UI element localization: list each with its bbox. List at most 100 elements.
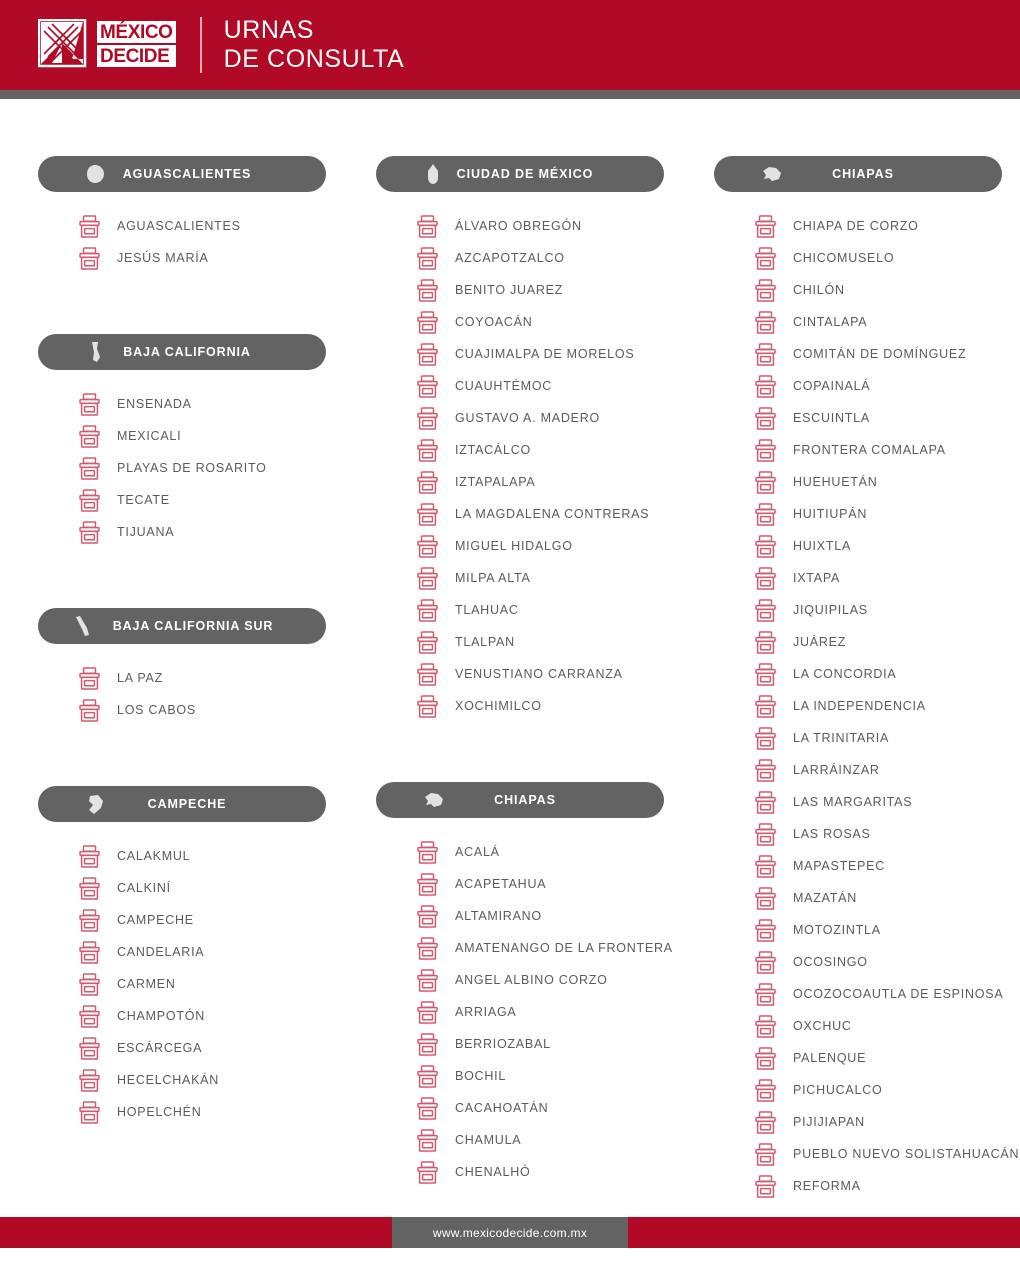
state-header-chiapas[interactable]: CHIAPAS	[376, 782, 664, 818]
list-item[interactable]: CANDELARIA	[78, 936, 350, 968]
list-item[interactable]: ALTAMIRANO	[416, 900, 680, 932]
state-header-ciudad-de-m-xico[interactable]: CIUDAD DE MÉXICO	[376, 156, 664, 192]
list-item[interactable]: MILPA ALTA	[416, 562, 680, 594]
state-header-campeche[interactable]: CAMPECHE	[38, 786, 326, 822]
list-item[interactable]: HUEHUETÁN	[754, 466, 1010, 498]
list-item[interactable]: LA MAGDALENA CONTRERAS	[416, 498, 680, 530]
list-item[interactable]: CHENALHÓ	[416, 1156, 680, 1188]
list-item[interactable]: PIJIJIAPAN	[754, 1106, 1010, 1138]
list-item[interactable]: CALAKMUL	[78, 840, 350, 872]
list-item[interactable]: REFORMA	[754, 1170, 1010, 1202]
ballot-box-icon	[754, 534, 776, 558]
list-item[interactable]: IZTAPALAPA	[416, 466, 680, 498]
list-item[interactable]: ANGEL ALBINO CORZO	[416, 964, 680, 996]
list-item[interactable]: TECATE	[78, 484, 350, 516]
list-item[interactable]: LARRÁINZAR	[754, 754, 1010, 786]
list-item[interactable]: MIGUEL HIDALGO	[416, 530, 680, 562]
municipality-label: REFORMA	[793, 1179, 861, 1193]
list-item[interactable]: ARRIAGA	[416, 996, 680, 1028]
list-item[interactable]: PICHUCALCO	[754, 1074, 1010, 1106]
ballot-box-icon	[416, 310, 438, 334]
list-item[interactable]: AMATENANGO DE LA FRONTERA	[416, 932, 680, 964]
state-outline-aguascalientes-icon	[84, 162, 108, 186]
list-item[interactable]: HECELCHAKÁN	[78, 1064, 350, 1096]
list-item[interactable]: OCOSINGO	[754, 946, 1010, 978]
list-item[interactable]: TLAHUAC	[416, 594, 680, 626]
list-item[interactable]: BOCHIL	[416, 1060, 680, 1092]
list-item[interactable]: COMITÁN DE DOMÍNGUEZ	[754, 338, 1010, 370]
mexico-decide-x-logo-icon	[38, 19, 90, 71]
list-item[interactable]: JUÁREZ	[754, 626, 1010, 658]
list-item[interactable]: MEXICALI	[78, 420, 350, 452]
list-item[interactable]: LAS MARGARITAS	[754, 786, 1010, 818]
list-item[interactable]: CHIAPA DE CORZO	[754, 210, 1010, 242]
municipality-label: CHAMPOTÓN	[117, 1009, 205, 1023]
list-item[interactable]: LOS CABOS	[78, 694, 350, 726]
list-item[interactable]: OCOZOCOAUTLA DE ESPINOSA	[754, 978, 1010, 1010]
list-item[interactable]: CHAMPOTÓN	[78, 1000, 350, 1032]
list-item[interactable]: LA TRINITARIA	[754, 722, 1010, 754]
list-item[interactable]: OXCHUC	[754, 1010, 1010, 1042]
list-item[interactable]: CARMEN	[78, 968, 350, 1000]
state-header-aguascalientes[interactable]: AGUASCALIENTES	[38, 156, 326, 192]
list-item[interactable]: CUAJIMALPA DE MORELOS	[416, 338, 680, 370]
list-item[interactable]: AZCAPOTZALCO	[416, 242, 680, 274]
list-item[interactable]: LA CONCORDIA	[754, 658, 1010, 690]
list-item[interactable]: JESÚS MARÍA	[78, 242, 350, 274]
list-item[interactable]: PLAYAS DE ROSARITO	[78, 452, 350, 484]
state-header-chiapas[interactable]: CHIAPAS	[714, 156, 1002, 192]
list-item[interactable]: COYOACÁN	[416, 306, 680, 338]
municipality-label: CANDELARIA	[117, 945, 205, 959]
list-item[interactable]: PALENQUE	[754, 1042, 1010, 1074]
list-item[interactable]: XOCHIMILCO	[416, 690, 680, 722]
list-item[interactable]: PUEBLO NUEVO SOLISTAHUACÁN	[754, 1138, 1019, 1170]
list-item[interactable]: ACALÁ	[416, 836, 680, 868]
page-title-line-1: URNAS	[223, 16, 315, 44]
list-item[interactable]: COPAINALÁ	[754, 370, 1010, 402]
list-item[interactable]: GUSTAVO A. MADERO	[416, 402, 680, 434]
list-item[interactable]: HUITIUPÁN	[754, 498, 1010, 530]
state-header-baja-california-sur[interactable]: BAJA CALIFORNIA SUR	[38, 608, 326, 644]
list-item[interactable]: LA INDEPENDENCIA	[754, 690, 1010, 722]
list-item[interactable]: HOPELCHÉN	[78, 1096, 350, 1128]
list-item[interactable]: LA PAZ	[78, 662, 350, 694]
state-block: BAJA CALIFORNIA SUR LA PAZ LOS CABOS	[38, 608, 350, 726]
list-item[interactable]: MAPASTEPEC	[754, 850, 1010, 882]
list-item[interactable]: MOTOZINTLA	[754, 914, 1010, 946]
list-item[interactable]: CUAUHTÉMOC	[416, 370, 680, 402]
list-item[interactable]: HUIXTLA	[754, 530, 1010, 562]
logo-line-1: MÉXICO	[97, 21, 176, 43]
state-header-baja-california[interactable]: BAJA CALIFORNIA	[38, 334, 326, 370]
list-item[interactable]: VENUSTIANO CARRANZA	[416, 658, 680, 690]
footer-url[interactable]: www.mexicodecide.com.mx	[392, 1217, 628, 1248]
list-item[interactable]: CHAMULA	[416, 1124, 680, 1156]
list-item[interactable]: ESCÁRCEGA	[78, 1032, 350, 1064]
list-item[interactable]: JIQUIPILAS	[754, 594, 1010, 626]
list-item[interactable]: IXTAPA	[754, 562, 1010, 594]
urnas-de-consulta-page: MÉXICO DECIDE URNAS DE CONSULTA AGUASCAL…	[0, 0, 1020, 1275]
list-item[interactable]: ENSENADA	[78, 388, 350, 420]
list-item[interactable]: IZTACÁLCO	[416, 434, 680, 466]
list-item[interactable]: ACAPETAHUA	[416, 868, 680, 900]
list-item[interactable]: TIJUANA	[78, 516, 350, 548]
list-item[interactable]: TLALPAN	[416, 626, 680, 658]
list-item[interactable]: FRONTERA COMALAPA	[754, 434, 1010, 466]
list-item[interactable]: CAMPECHE	[78, 904, 350, 936]
municipality-label: MEXICALI	[117, 429, 182, 443]
list-item[interactable]: ESCUINTLA	[754, 402, 1010, 434]
ballot-box-icon	[416, 470, 438, 494]
list-item[interactable]: LAS ROSAS	[754, 818, 1010, 850]
municipality-label: IZTAPALAPA	[455, 475, 536, 489]
list-item[interactable]: AGUASCALIENTES	[78, 210, 350, 242]
municipality-label: CHAMULA	[455, 1133, 522, 1147]
list-item[interactable]: CACAHOATÁN	[416, 1092, 680, 1124]
list-item[interactable]: CALKINÍ	[78, 872, 350, 904]
list-item[interactable]: MAZATÁN	[754, 882, 1010, 914]
state-columns: AGUASCALIENTES AGUASCALIENTES JESÚS MARÍA B…	[0, 99, 1020, 1202]
list-item[interactable]: ÁLVARO OBREGÓN	[416, 210, 680, 242]
list-item[interactable]: CINTALAPA	[754, 306, 1010, 338]
list-item[interactable]: BENITO JUAREZ	[416, 274, 680, 306]
list-item[interactable]: BERRIOZABAL	[416, 1028, 680, 1060]
list-item[interactable]: CHILÓN	[754, 274, 1010, 306]
list-item[interactable]: CHICOMUSELO	[754, 242, 1010, 274]
